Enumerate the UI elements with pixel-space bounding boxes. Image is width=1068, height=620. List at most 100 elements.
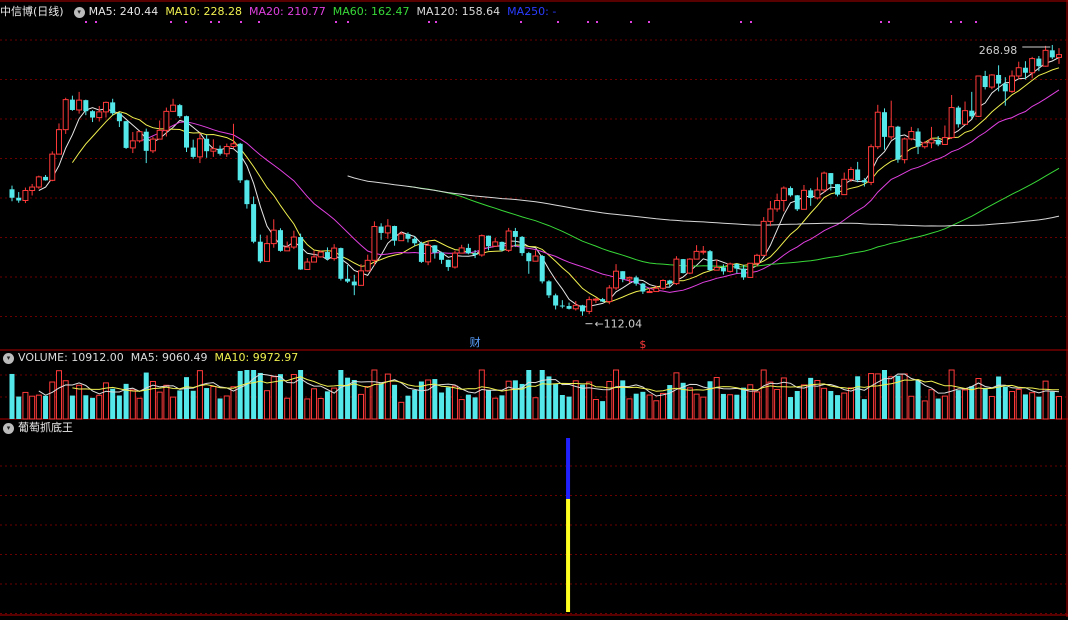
candle-body bbox=[210, 148, 217, 152]
volume-bar bbox=[170, 396, 177, 420]
candle-body bbox=[686, 258, 693, 274]
volume-bar bbox=[378, 383, 384, 419]
candle-body bbox=[43, 176, 49, 181]
volume-bar bbox=[767, 381, 774, 420]
candle-body bbox=[693, 250, 700, 260]
volume-bar bbox=[223, 395, 230, 420]
candle-body bbox=[35, 176, 42, 188]
volume-bar bbox=[304, 398, 311, 420]
candle-body bbox=[311, 256, 318, 263]
candle-body bbox=[727, 263, 734, 272]
volume-ma5-label: MA5: 9060.49 bbox=[130, 351, 208, 364]
candle-body bbox=[935, 139, 941, 145]
candle-body bbox=[600, 299, 606, 302]
candle-body bbox=[566, 306, 572, 309]
candle-body bbox=[1015, 67, 1022, 77]
volume-bar bbox=[35, 394, 42, 420]
volume-bar bbox=[1009, 391, 1016, 420]
candle-body bbox=[324, 252, 330, 259]
candle-body bbox=[1002, 83, 1008, 92]
volume-bar bbox=[640, 391, 646, 419]
volume-bar bbox=[579, 384, 585, 419]
event-dot-marker bbox=[218, 21, 220, 23]
event-dot-marker bbox=[258, 21, 260, 23]
volume-bar bbox=[16, 396, 22, 419]
volume-bar bbox=[874, 373, 881, 420]
candle-body bbox=[156, 129, 163, 140]
event-dot-marker bbox=[950, 21, 952, 23]
candle-body bbox=[345, 278, 351, 282]
candle-body bbox=[1056, 54, 1062, 58]
stock-title[interactable]: 中信博(日线) bbox=[0, 3, 64, 21]
candle-body bbox=[734, 263, 740, 269]
ma250-label: MA250: - bbox=[507, 5, 557, 18]
candle-body bbox=[1009, 75, 1016, 92]
volume-bar bbox=[553, 383, 559, 419]
candle-body bbox=[83, 100, 89, 112]
settings-circle-icon[interactable]: ▾ bbox=[73, 6, 85, 18]
chart-canvas[interactable]: 268.98 ←112.04 财 $ bbox=[0, 0, 1068, 617]
candle-body bbox=[392, 226, 398, 241]
volume-bar bbox=[512, 380, 518, 419]
event-dot-marker bbox=[888, 21, 890, 23]
volume-bar bbox=[290, 374, 297, 420]
volume-bar bbox=[9, 373, 15, 419]
volume-bar bbox=[398, 401, 405, 420]
candle-body bbox=[102, 101, 109, 113]
volume-bar bbox=[969, 386, 975, 419]
candle-body bbox=[794, 195, 800, 210]
candle-body bbox=[499, 241, 505, 251]
volume-bar bbox=[935, 398, 941, 419]
candle-body bbox=[170, 104, 177, 112]
signal-bar-top bbox=[566, 438, 571, 499]
volume-bar bbox=[29, 395, 36, 420]
event-dot-marker bbox=[210, 21, 212, 23]
candle-body bbox=[908, 131, 915, 140]
candle-body bbox=[767, 208, 774, 222]
low-price-label: ←112.04 bbox=[594, 318, 642, 331]
event-dot-marker bbox=[630, 21, 632, 23]
volume-bar bbox=[526, 370, 532, 419]
volume-bar bbox=[478, 369, 485, 420]
volume-bar bbox=[284, 397, 291, 420]
volume-bar bbox=[76, 384, 83, 420]
volume-bar bbox=[700, 396, 707, 420]
candle-body bbox=[371, 226, 378, 261]
candle-body bbox=[445, 259, 451, 268]
ma60-label: MA60: 162.47 bbox=[332, 5, 410, 18]
candle-body bbox=[640, 283, 646, 292]
candle-body bbox=[257, 241, 263, 262]
stock-chart-stage[interactable]: 268.98 ←112.04 财 $ 中信博(日线) ▾ MA5: 240.44 MA… bbox=[0, 0, 1068, 617]
candle-body bbox=[384, 225, 391, 234]
candle-body bbox=[465, 247, 471, 254]
candle-body bbox=[439, 252, 445, 260]
volume-bar bbox=[626, 398, 633, 420]
volume-bar bbox=[734, 394, 740, 419]
event-dot-marker bbox=[85, 21, 87, 23]
volume-bar bbox=[425, 379, 432, 420]
indicator-settings-icon[interactable]: ▾ bbox=[3, 422, 14, 434]
candle-body bbox=[660, 280, 667, 289]
candle-body bbox=[398, 233, 405, 242]
candle-body bbox=[317, 251, 324, 258]
candle-body bbox=[351, 281, 357, 286]
volume-bar bbox=[855, 376, 861, 419]
volume-bar bbox=[559, 395, 565, 419]
signal-bar-bottom bbox=[566, 499, 571, 612]
volume-bar bbox=[982, 387, 988, 419]
candle-body bbox=[921, 142, 928, 148]
candle-body bbox=[814, 189, 821, 199]
candle-body bbox=[264, 243, 271, 262]
candle-body bbox=[760, 220, 767, 256]
volume-bar bbox=[364, 386, 371, 420]
candle-body bbox=[251, 204, 257, 242]
candle-body bbox=[290, 236, 297, 248]
candle-body bbox=[412, 238, 418, 244]
volume-settings-icon[interactable]: ▾ bbox=[3, 352, 14, 364]
volume-bar bbox=[1042, 380, 1049, 420]
volume-bar bbox=[83, 395, 89, 419]
candle-body bbox=[96, 111, 103, 119]
candle-body bbox=[458, 247, 465, 254]
indicator-title[interactable]: 葡萄抓底王 bbox=[18, 419, 73, 437]
volume-bar bbox=[1015, 388, 1022, 420]
